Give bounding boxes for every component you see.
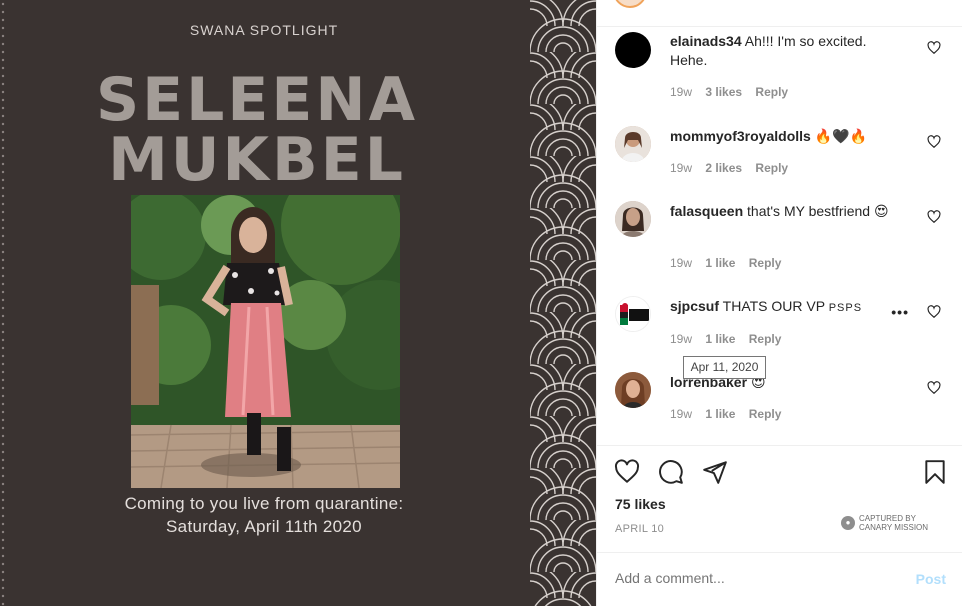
heart-icon[interactable] — [614, 459, 640, 485]
like-comment-heart-icon[interactable] — [927, 41, 941, 55]
add-comment-divider — [597, 552, 962, 553]
comment-age[interactable]: 19w — [670, 161, 692, 175]
scallop-pattern-decoration — [530, 0, 596, 606]
comment-username[interactable]: falasqueen — [670, 203, 743, 219]
reply-button[interactable]: Reply — [749, 256, 782, 270]
avatar[interactable] — [615, 372, 651, 408]
comments-panel: elainads34 Ah!!! I'm so excited. Hehe. 1… — [596, 0, 962, 606]
comment-age[interactable]: 19w — [670, 256, 692, 270]
comment-text-small: PSPS — [828, 302, 863, 314]
avatar-photo — [615, 201, 651, 237]
bookmark-icon[interactable] — [922, 459, 948, 485]
avatar[interactable] — [615, 32, 651, 68]
comment-likes[interactable]: 3 likes — [705, 85, 742, 99]
post-caption-line-2: Saturday, April 11th 2020 — [166, 517, 362, 536]
comment-meta: 19w 1 like Reply — [670, 256, 791, 270]
post-author-avatar[interactable] — [613, 0, 647, 8]
avatar-photo — [615, 372, 651, 408]
comment-body: falasqueen that's MY bestfriend 😍 — [670, 202, 900, 221]
like-comment-heart-icon[interactable] — [927, 381, 941, 395]
like-comment-heart-icon[interactable] — [927, 305, 941, 319]
avatar[interactable] — [615, 296, 651, 332]
reply-button[interactable]: Reply — [755, 161, 788, 175]
scallop-pattern-svg — [530, 0, 596, 606]
comment-meta: 19w 2 likes Reply — [670, 161, 798, 175]
watermark-line-1: CAPTURED BY — [859, 514, 916, 523]
comment-icon[interactable] — [658, 459, 684, 485]
comment-meta: 19w 1 like Reply — [670, 407, 791, 421]
reply-button[interactable]: Reply — [749, 332, 782, 346]
spotlight-photo — [131, 195, 400, 488]
watermark-logo-icon: ● — [841, 516, 855, 530]
watermark-line-2: CANARY MISSION — [859, 523, 929, 532]
post-date[interactable]: APRIL 10 — [615, 523, 664, 535]
comment-age[interactable]: 19w — [670, 85, 692, 99]
comment-meta: 19w 3 likes Reply — [670, 85, 798, 99]
reply-button[interactable]: Reply — [749, 407, 782, 421]
watermark: ● CAPTURED BY CANARY MISSION — [841, 514, 941, 536]
avatar-logo — [616, 297, 650, 331]
actions-divider — [597, 445, 962, 446]
like-comment-heart-icon[interactable] — [927, 135, 941, 149]
like-comment-heart-icon[interactable] — [927, 210, 941, 224]
date-tooltip: Apr 11, 2020 — [683, 356, 766, 379]
header-divider — [597, 26, 962, 27]
more-options-icon[interactable]: ••• — [891, 304, 909, 320]
post-caption-line-1: Coming to you live from quarantine: — [124, 494, 404, 513]
avatar-photo — [615, 126, 651, 162]
post-image[interactable]: SWANA SPOTLIGHT SELEENA MUKBEL Coming to… — [0, 0, 596, 606]
comment-body: elainads34 Ah!!! I'm so excited. Hehe. — [670, 32, 900, 70]
avatar[interactable] — [615, 201, 651, 237]
comment-likes[interactable]: 1 like — [705, 332, 735, 346]
post-comment-button[interactable]: Post — [916, 571, 946, 587]
comment-username[interactable]: elainads34 — [670, 33, 742, 49]
spotlight-label: SWANA SPOTLIGHT — [189, 22, 339, 38]
comment-likes[interactable]: 1 like — [705, 256, 735, 270]
avatar[interactable] — [615, 126, 651, 162]
comment-username[interactable]: mommyof3royaldolls — [670, 128, 811, 144]
comment-likes[interactable]: 2 likes — [705, 161, 742, 175]
spotlight-name-last: MUKBEL — [108, 125, 406, 195]
reply-button[interactable]: Reply — [755, 85, 788, 99]
comment-text: that's MY bestfriend 😍 — [747, 203, 889, 219]
comment-username[interactable]: sjpcsuf — [670, 298, 719, 314]
add-comment-input[interactable] — [615, 570, 895, 586]
comment-body: sjpcsuf THATS OUR VP PSPS — [670, 297, 880, 318]
comment-body: mommyof3royaldolls 🔥🖤🔥 — [670, 127, 900, 146]
person-photo-illustration — [131, 195, 400, 488]
post-likes-count[interactable]: 75 likes — [615, 496, 666, 512]
comment-likes[interactable]: 1 like — [705, 407, 735, 421]
comment-text: THATS OUR VP — [722, 298, 825, 314]
comment-text: 🔥🖤🔥 — [814, 128, 868, 144]
comment-age[interactable]: 19w — [670, 407, 692, 421]
share-icon[interactable] — [702, 459, 728, 485]
comment-age[interactable]: 19w — [670, 332, 692, 346]
comment-meta: 19w 1 like Reply — [670, 332, 791, 346]
spotlight-name-first: SELEENA — [95, 65, 419, 135]
